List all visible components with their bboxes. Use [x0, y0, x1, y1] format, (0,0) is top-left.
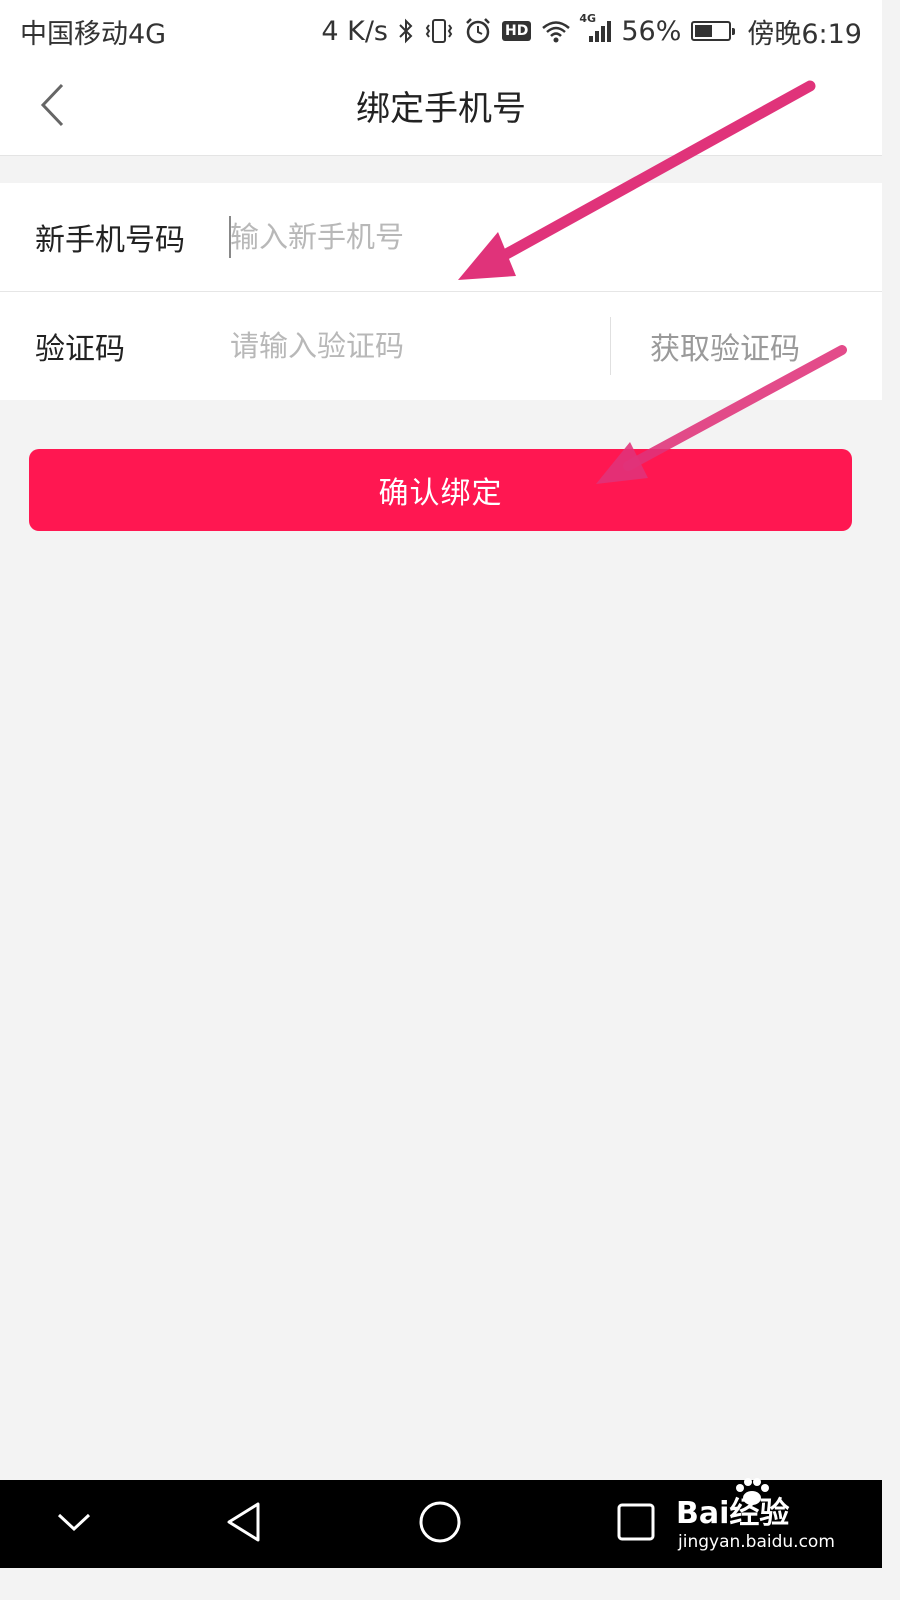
circle-home-icon [418, 1500, 462, 1548]
system-nav-bar [0, 1480, 882, 1568]
vibrate-icon [424, 18, 454, 44]
signal-icon: 4G [579, 12, 612, 44]
confirm-bind-button[interactable]: 确认绑定 [29, 449, 852, 531]
code-row: 验证码 获取验证码 [0, 291, 882, 400]
hd-icon: HD [502, 21, 532, 41]
code-label: 验证码 [35, 332, 125, 367]
phone-row: 新手机号码 [0, 183, 882, 291]
nav-recents-button[interactable] [606, 1494, 666, 1554]
verification-code-input[interactable] [230, 316, 590, 376]
title-bar: 绑定手机号 [0, 62, 882, 156]
battery-icon [691, 21, 736, 41]
battery-percent: 56% [621, 15, 682, 47]
alarm-icon [464, 17, 492, 45]
status-icons: 4 K/s HD 4G 56% 傍晚6:19 [321, 12, 862, 51]
chevron-down-icon [56, 1511, 92, 1537]
wifi-icon [541, 19, 571, 43]
nav-home-button[interactable] [410, 1494, 470, 1554]
nav-back-button[interactable] [214, 1494, 274, 1554]
divider [610, 317, 611, 375]
phone-input[interactable] [230, 207, 590, 267]
get-code-button[interactable]: 获取验证码 [650, 324, 800, 368]
square-recents-icon [616, 1502, 656, 1546]
bind-phone-form: 新手机号码 验证码 获取验证码 [0, 183, 882, 400]
bluetooth-icon [398, 18, 414, 44]
triangle-back-icon [224, 1500, 264, 1548]
page-title: 绑定手机号 [356, 89, 526, 129]
status-bar: 中国移动4G 4 K/s HD 4G 56% 傍晚6:19 [0, 0, 882, 62]
phone-label: 新手机号码 [35, 223, 185, 258]
clock: 傍晚6:19 [747, 18, 862, 50]
network-speed: 4 K/s [321, 15, 388, 47]
carrier-label: 中国移动4G [20, 18, 167, 50]
network-type-label: 4G [579, 12, 597, 25]
nav-hide-button[interactable] [44, 1494, 104, 1554]
